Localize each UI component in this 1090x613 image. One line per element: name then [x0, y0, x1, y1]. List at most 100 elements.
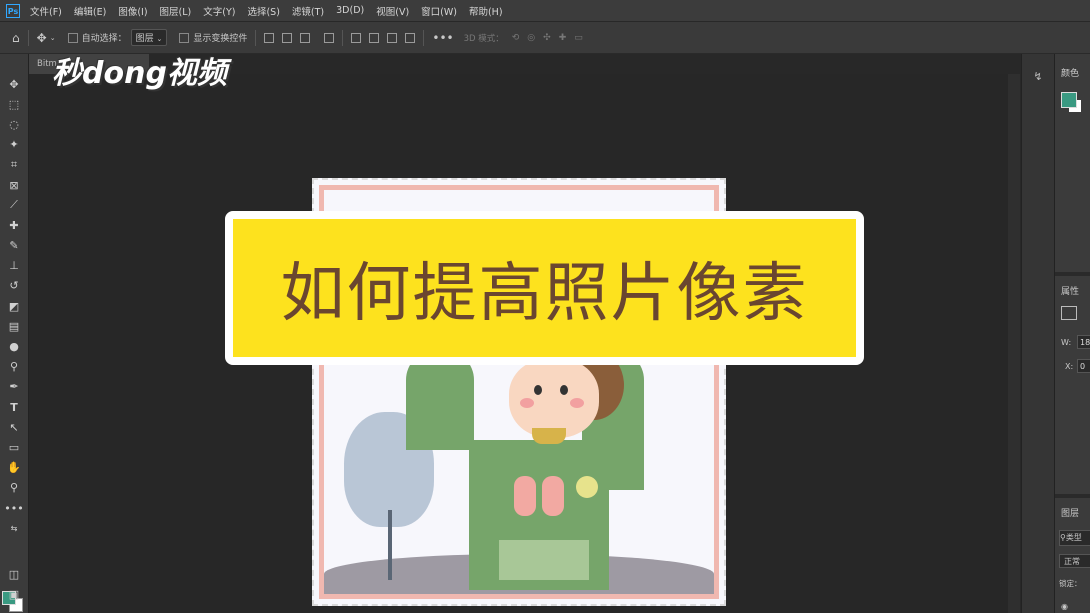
menu-3d[interactable]: 3D(D): [336, 5, 364, 16]
illustration-hand: [514, 476, 536, 516]
eye-visibility-icon[interactable]: ◉: [1061, 602, 1068, 611]
right-panels: 颜色 属性 W: 18 X: 0 图层 ⚲类型 正常 锁定： ◉: [1054, 54, 1090, 613]
show-transform-label: 显示变换控件: [193, 34, 248, 44]
eraser-tool-icon[interactable]: ◩: [0, 296, 28, 316]
layers-panel-title[interactable]: 图层: [1061, 506, 1079, 519]
width-input[interactable]: 18: [1077, 335, 1090, 349]
x-label: X:: [1065, 362, 1074, 371]
zoom-tool-icon[interactable]: ⚲: [0, 478, 28, 498]
scale-3d-icon[interactable]: ▭: [574, 33, 583, 43]
auto-select-checkbox[interactable]: 自动选择：: [67, 31, 127, 44]
blend-mode-dropdown[interactable]: 正常: [1059, 554, 1090, 568]
blur-tool-icon[interactable]: ●: [0, 336, 28, 356]
illustration-keyboard: [499, 540, 589, 580]
color-panel-title[interactable]: 颜色: [1055, 54, 1090, 79]
divider: [27, 29, 29, 46]
quick-mask-icon[interactable]: ◫: [0, 564, 28, 584]
photoshop-logo: Ps: [6, 3, 20, 18]
eyedropper-tool-icon[interactable]: ⟋: [0, 195, 28, 215]
path-selection-tool-icon[interactable]: ↖: [0, 417, 28, 437]
auto-select-label: 自动选择：: [81, 34, 127, 44]
menu-type[interactable]: 文字(Y): [203, 4, 235, 18]
blend-mode-value: 正常: [1064, 557, 1080, 566]
illustration-collar: [532, 428, 566, 444]
type-tool-icon[interactable]: T: [0, 397, 28, 417]
pen-tool-icon[interactable]: ✒: [0, 377, 28, 397]
pan-3d-icon[interactable]: ✣: [543, 33, 551, 43]
layer-select-value: 图层: [135, 34, 154, 44]
panel-divider: [1055, 494, 1090, 498]
properties-panel-title[interactable]: 属性: [1061, 284, 1079, 297]
frame-tool-icon[interactable]: ⊠: [0, 175, 28, 195]
illustration-cheek: [570, 398, 584, 408]
swap-colors-icon[interactable]: ⇆: [0, 518, 28, 538]
dodge-tool-icon[interactable]: ⚲: [0, 357, 28, 377]
illustration-tree-trunk: [388, 510, 392, 580]
layer-select-dropdown[interactable]: 图层 ⌄: [130, 29, 168, 46]
crop-tool-icon[interactable]: ⌗: [0, 155, 28, 175]
align-top-icon[interactable]: [351, 32, 362, 43]
lock-label: 锁定：: [1059, 579, 1082, 588]
magic-wand-tool-icon[interactable]: ✦: [0, 135, 28, 155]
illustration-cheek: [520, 398, 534, 408]
checkbox-box[interactable]: [179, 32, 190, 43]
move-tool-icon[interactable]: ✥: [37, 31, 47, 45]
banner-title: 如何提高照片像素: [280, 257, 809, 331]
checkbox-box[interactable]: [67, 32, 78, 43]
clone-stamp-tool-icon[interactable]: ⊥: [0, 256, 28, 276]
align-right-icon[interactable]: [300, 32, 311, 43]
filter-type-label: 类型: [1065, 533, 1082, 542]
edit-toolbar-icon[interactable]: •••: [0, 498, 28, 518]
menu-filter[interactable]: 滤镜(T): [292, 4, 324, 18]
tools-panel: ✥ ⬚ ◌ ✦ ⌗ ⊠ ⟋ ✚ ✎ ⊥ ↺ ◩ ▤ ● ⚲ ✒ T ↖ ▭ ✋ …: [0, 54, 29, 613]
chevron-down-icon[interactable]: ⌄: [50, 34, 56, 42]
menu-window[interactable]: 窗口(W): [421, 4, 457, 18]
menu-bar: Ps 文件(F) 编辑(E) 图像(I) 图层(L) 文字(Y) 选择(S) 滤…: [0, 0, 1090, 21]
hand-tool-icon[interactable]: ✋: [0, 458, 28, 478]
show-transform-checkbox[interactable]: 显示变换控件: [179, 31, 247, 44]
mode-3d-label: 3D 模式：: [463, 33, 504, 44]
foreground-color-swatch[interactable]: [1061, 92, 1077, 108]
brush-tool-icon[interactable]: ✎: [0, 236, 28, 256]
menu-help[interactable]: 帮助(H): [469, 4, 503, 18]
marquee-tool-icon[interactable]: ⬚: [0, 94, 28, 114]
watermark-logo: 秒dong视频: [52, 56, 227, 91]
vertical-scrollbar[interactable]: [1008, 74, 1020, 613]
align-left-icon[interactable]: [264, 32, 275, 43]
divider: [423, 29, 425, 46]
menu-select[interactable]: 选择(S): [247, 4, 279, 18]
chevron-down-icon: ⌄: [156, 35, 163, 43]
slide-3d-icon[interactable]: ✚: [559, 33, 567, 43]
home-icon[interactable]: ⌂: [12, 31, 20, 45]
more-options-icon[interactable]: •••: [432, 31, 453, 45]
align-center-icon[interactable]: [282, 32, 293, 43]
gradient-tool-icon[interactable]: ▤: [0, 316, 28, 336]
illustration-arm: [406, 350, 474, 450]
history-brush-tool-icon[interactable]: ↺: [0, 276, 28, 296]
screen-mode-icon[interactable]: ▣: [0, 584, 28, 604]
menu-edit[interactable]: 编辑(E): [74, 4, 106, 18]
move-tool-icon[interactable]: ✥: [0, 74, 28, 94]
illustration-badge: [576, 476, 598, 498]
x-input[interactable]: 0: [1077, 359, 1090, 373]
menu-file[interactable]: 文件(F): [30, 4, 62, 18]
lasso-tool-icon[interactable]: ◌: [0, 114, 28, 134]
menu-view[interactable]: 视图(V): [376, 4, 409, 18]
panel-divider: [1055, 272, 1090, 276]
orbit-3d-icon[interactable]: ⟲: [512, 33, 520, 43]
menu-layer[interactable]: 图层(L): [160, 4, 192, 18]
menu-image[interactable]: 图像(I): [118, 4, 147, 18]
width-label: W:: [1061, 338, 1072, 347]
panel-icon-strip: ↯: [1021, 54, 1054, 613]
align-bottom-icon[interactable]: [387, 32, 398, 43]
distribute-icon[interactable]: [324, 32, 335, 43]
align-middle-icon[interactable]: [369, 32, 380, 43]
layer-filter-search[interactable]: ⚲类型: [1059, 530, 1090, 546]
divider: [255, 29, 257, 46]
roll-3d-icon[interactable]: ◎: [527, 33, 535, 43]
healing-brush-tool-icon[interactable]: ✚: [0, 215, 28, 235]
rectangle-tool-icon[interactable]: ▭: [0, 437, 28, 457]
distribute-vertical-icon[interactable]: [405, 32, 416, 43]
history-panel-icon[interactable]: ↯: [1031, 70, 1045, 84]
illustration-hand: [542, 476, 564, 516]
